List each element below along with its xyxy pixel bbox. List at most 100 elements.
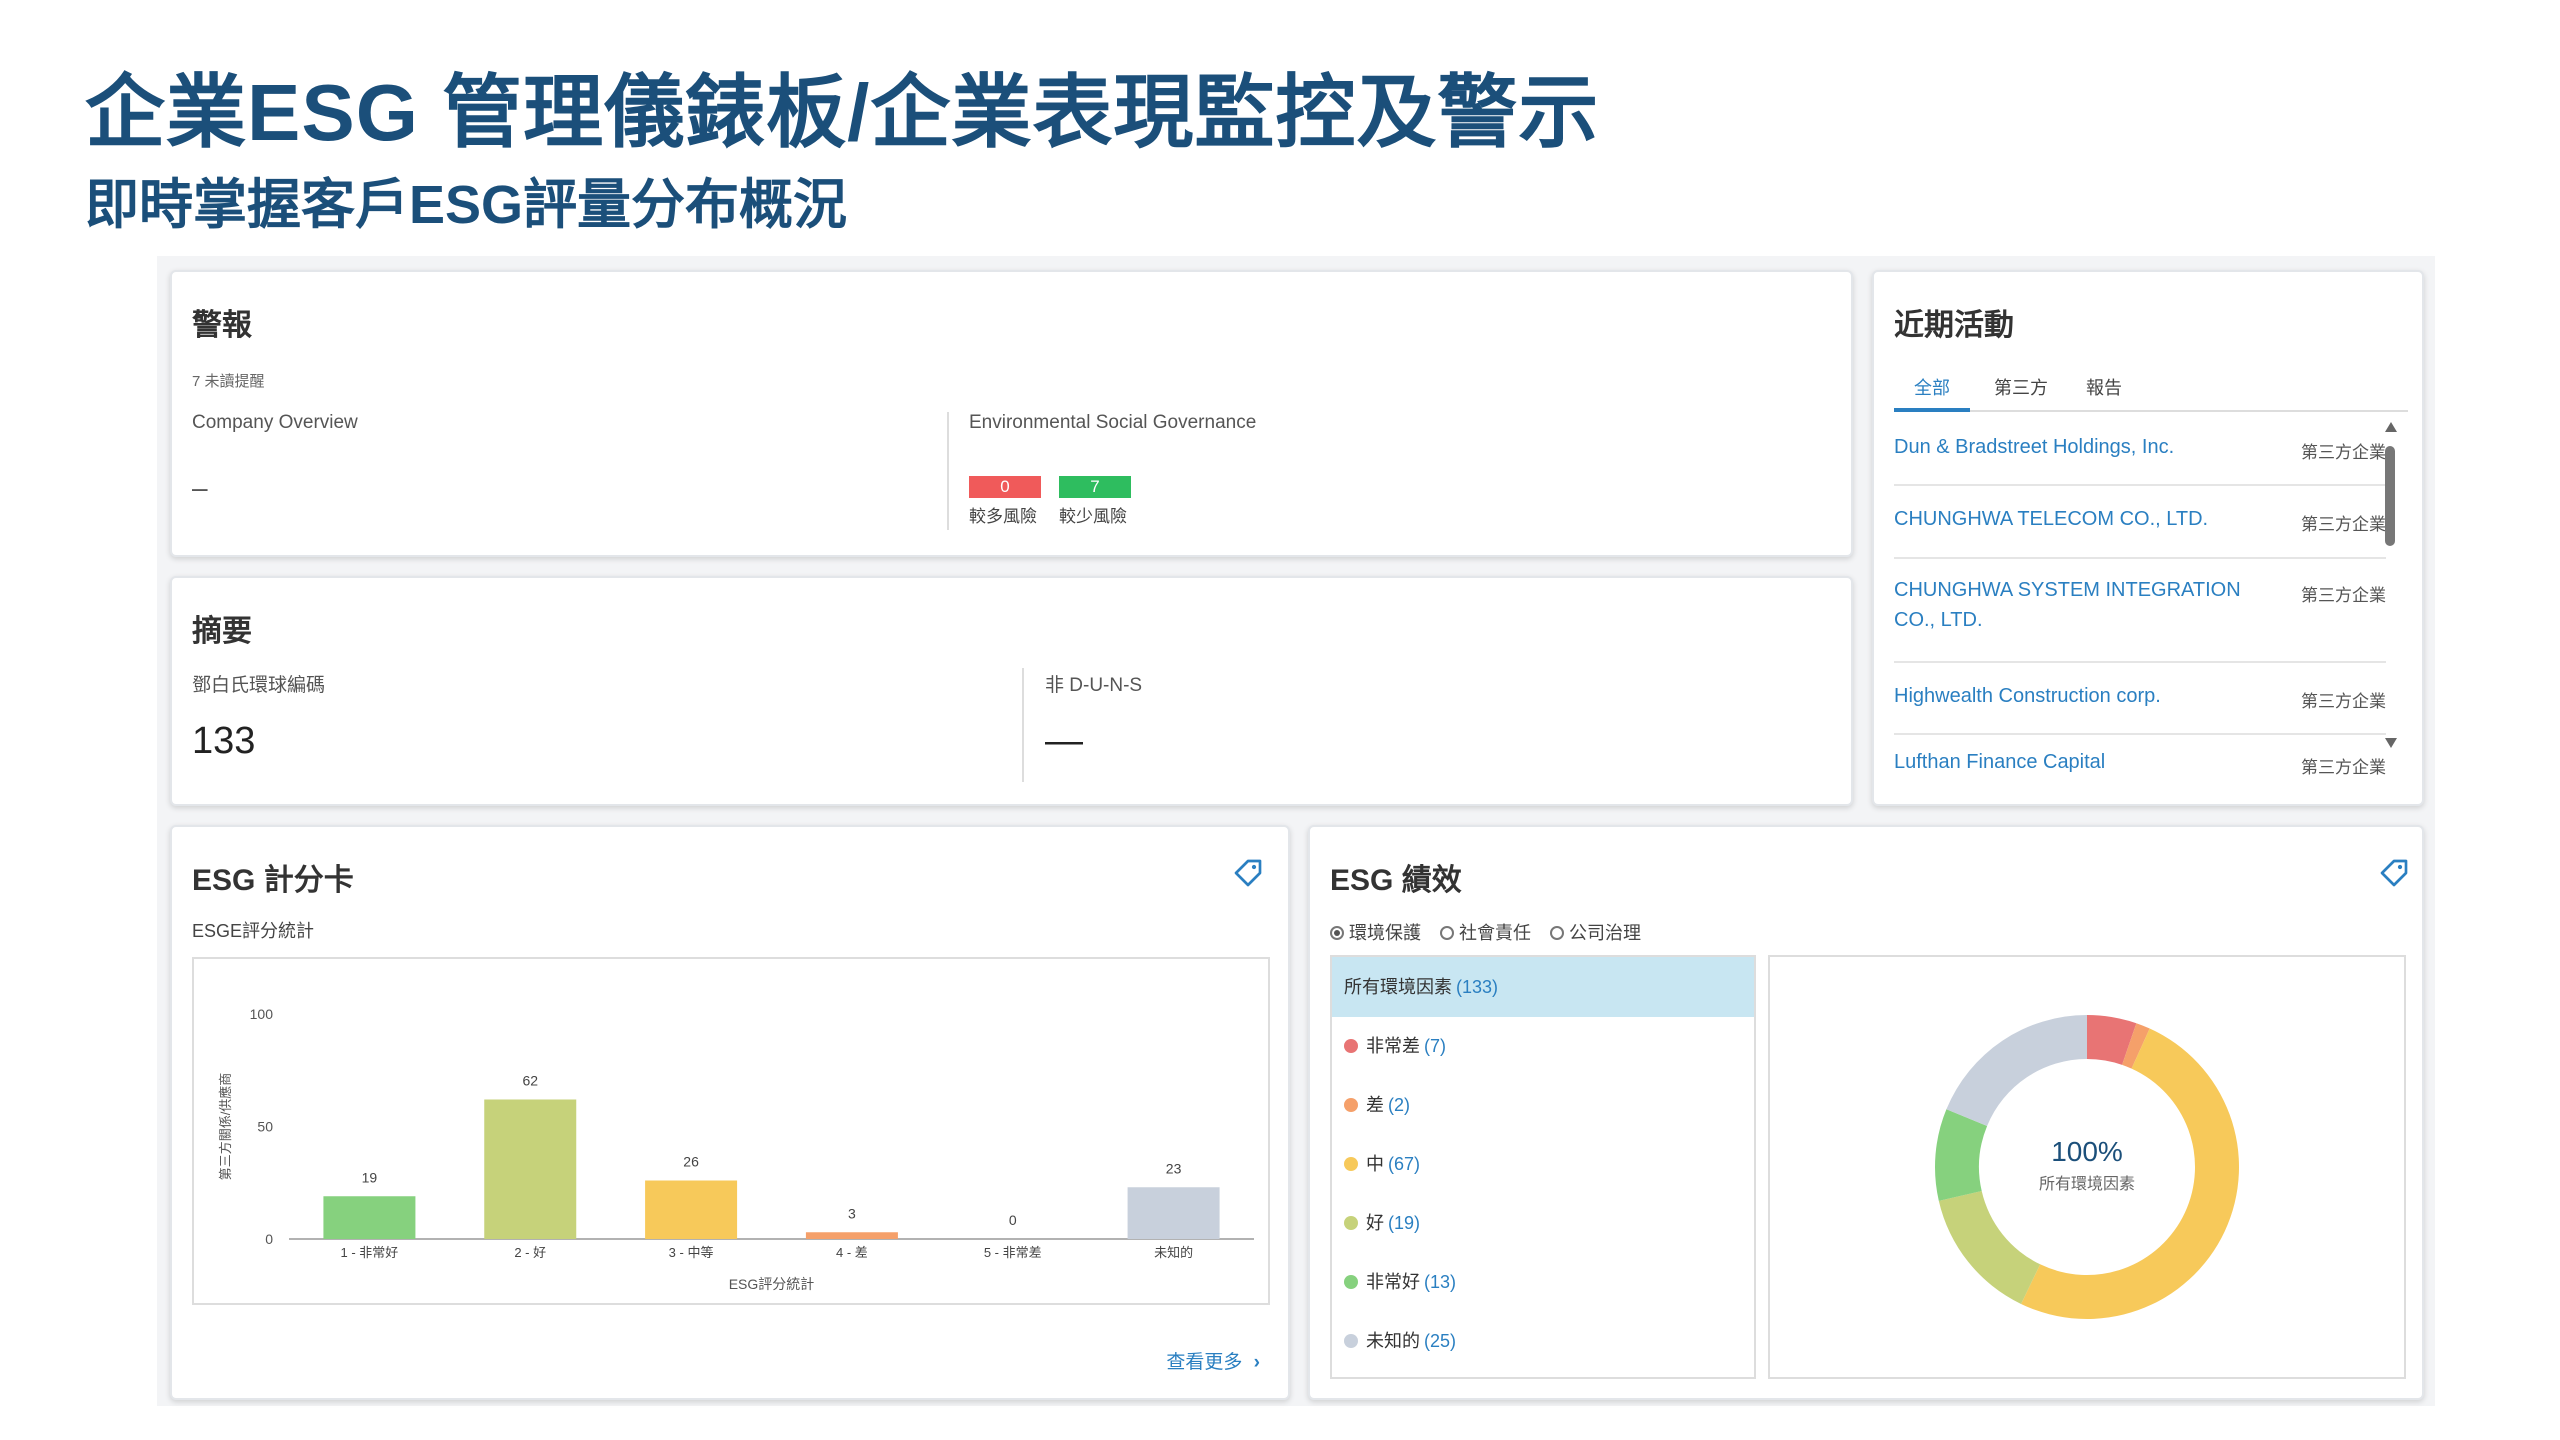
radio-dot [1330,926,1344,940]
list-item[interactable]: Highwealth Construction corp. 第三方企業 [1894,663,2386,735]
bar-value-label: 19 [362,1169,378,1185]
low-risk-count[interactable]: 7 [1059,476,1131,498]
legend-dot [1344,1098,1358,1112]
non-duns-value: — [1045,720,1083,762]
recent-tabs: 全部 第三方 報告 [1894,364,2408,412]
donut-center-label: 所有環境因素 [2039,1174,2135,1193]
activity-name[interactable]: Lufthan Finance Capital [1894,747,2254,777]
tag-icon[interactable] [2378,857,2410,889]
scroll-down-arrow[interactable] [2385,738,2397,748]
legend-item[interactable]: 非常好 (13) [1332,1253,1754,1312]
bar [645,1180,738,1239]
legend-count: (2) [1388,1095,1410,1115]
activity-type: 第三方企業 [2301,692,2386,711]
legend-dot [1344,1157,1358,1171]
chevron-right-icon: › [1253,1352,1260,1373]
legend-item[interactable]: 非常差 (7) [1332,1017,1754,1076]
y-tick-label: 100 [250,1006,274,1022]
list-item[interactable]: CHUNGHWA SYSTEM INTEGRATION CO., LTD. 第三… [1894,559,2386,663]
legend-item[interactable]: 未知的 (25) [1332,1312,1754,1371]
donut-chart-container: 100% 所有環境因素 [1768,955,2406,1379]
radio-label: 公司治理 [1569,923,1642,943]
legend-label: 非常好 [1366,1272,1420,1292]
x-tick-label: 5 - 非常差 [984,1245,1042,1260]
scrollbar-thumb[interactable] [2385,446,2395,546]
summary-title: 摘要 [192,615,252,648]
alerts-divider [947,412,949,530]
radio-environment[interactable]: 環境保護 [1330,919,1421,945]
activity-name[interactable]: Highwealth Construction corp. [1894,681,2254,711]
legend-item[interactable]: 中 (67) [1332,1135,1754,1194]
radio-governance[interactable]: 公司治理 [1550,919,1641,945]
bar-chart-container: 0 50 100 第三方關係/供應商 ESG評分統計 19 1 - 非常好 62 2 - 好 26… [192,957,1270,1305]
x-tick-label: 4 - 差 [836,1245,868,1260]
slide-title: 企業ESG 管理儀錶板/企業表現監控及警示 [85,68,1600,157]
high-risk-label: 較多風險 [969,507,1037,526]
tab-reports[interactable]: 報告 [2086,374,2122,400]
high-risk-count[interactable]: 0 [969,476,1041,498]
esg-scorecard-card: ESG 計分卡 ESGE評分統計 0 50 100 第三方關係/供應商 ESG評分統計 1… [170,825,1290,1400]
y-tick-label: 0 [265,1231,273,1247]
y-tick-label: 50 [257,1119,273,1135]
bar-value-label: 62 [522,1073,538,1089]
donut-center-value: 100% [2051,1136,2123,1167]
recent-activity-card: 近期活動 全部 第三方 報告 Dun & Bradstreet Holdings… [1872,270,2424,806]
legend-count: (7) [1424,1036,1446,1056]
bar [805,1232,898,1239]
legend-item[interactable]: 差 (2) [1332,1076,1754,1135]
bar-value-label: 23 [1166,1160,1182,1176]
bar [484,1099,577,1239]
list-item[interactable]: Dun & Bradstreet Holdings, Inc. 第三方企業 [1894,412,2386,486]
alerts-card: 警報 7 未讀提醒 Company Overview – Environment… [170,270,1853,557]
see-more-label: 查看更多 [1166,1352,1243,1373]
bar-value-label: 26 [683,1154,699,1170]
list-item[interactable]: Lufthan Finance Capital 第三方企業 [1894,735,2386,804]
legend-dot [1344,1275,1358,1289]
donut-slice [2021,1028,2240,1320]
duns-value[interactable]: 133 [192,720,255,763]
scorecard-subtitle: ESGE評分統計 [192,921,315,941]
esg-donut-chart: 100% 所有環境因素 [1935,1015,2240,1320]
activity-type: 第三方企業 [2301,758,2386,777]
non-duns-label: 非 D-U-N-S [1045,675,1143,696]
legend-dot [1344,1334,1358,1348]
x-axis-label: ESG評分統計 [729,1276,815,1292]
radio-label: 社會責任 [1459,923,1532,943]
performance-title: ESG 績效 [1330,864,1462,897]
legend-dot [1344,1216,1358,1230]
activity-name[interactable]: CHUNGHWA TELECOM CO., LTD. [1894,504,2254,534]
legend-label: 非常差 [1366,1036,1420,1056]
activity-list: Dun & Bradstreet Holdings, Inc. 第三方企業 CH… [1894,412,2386,804]
legend-count: (19) [1388,1213,1421,1233]
activity-name[interactable]: Dun & Bradstreet Holdings, Inc. [1894,432,2254,462]
activity-type: 第三方企業 [2301,586,2386,605]
legend-label: 未知的 [1366,1331,1420,1351]
legend-label: 好 [1366,1213,1384,1233]
see-more-link[interactable]: 查看更多 › [1166,1347,1260,1374]
company-overview-value: – [192,472,208,503]
legend-count: (67) [1388,1154,1421,1174]
tab-all[interactable]: 全部 [1914,374,1950,400]
legend-header-label: 所有環境因素 [1344,977,1452,997]
tag-icon[interactable] [1232,857,1264,889]
activity-type: 第三方企業 [2301,515,2386,534]
low-risk-label: 較少風險 [1059,507,1127,526]
unread-alerts[interactable]: 7 未讀提醒 [192,370,265,391]
scorecard-title: ESG 計分卡 [192,864,354,897]
radio-social[interactable]: 社會責任 [1440,919,1531,945]
legend-label: 差 [1366,1095,1384,1115]
scroll-up-arrow[interactable] [2385,422,2397,432]
tab-third-party[interactable]: 第三方 [1994,374,2048,400]
bar-value-label: 3 [848,1205,856,1221]
x-tick-label: 未知的 [1154,1245,1193,1260]
y-axis-label: 第三方關係/供應商 [218,1073,233,1181]
legend-header[interactable]: 所有環境因素 (133) [1332,957,1754,1017]
activity-name[interactable]: CHUNGHWA SYSTEM INTEGRATION CO., LTD. [1894,575,2254,635]
donut-slice [1946,1015,2087,1126]
legend-item[interactable]: 好 (19) [1332,1194,1754,1253]
summary-divider [1022,668,1024,782]
list-item[interactable]: CHUNGHWA TELECOM CO., LTD. 第三方企業 [1894,486,2386,559]
summary-card: 摘要 鄧白氏環球編碼 133 非 D-U-N-S — [170,576,1853,806]
duns-label: 鄧白氏環球編碼 [192,675,326,696]
bar [1127,1187,1220,1239]
